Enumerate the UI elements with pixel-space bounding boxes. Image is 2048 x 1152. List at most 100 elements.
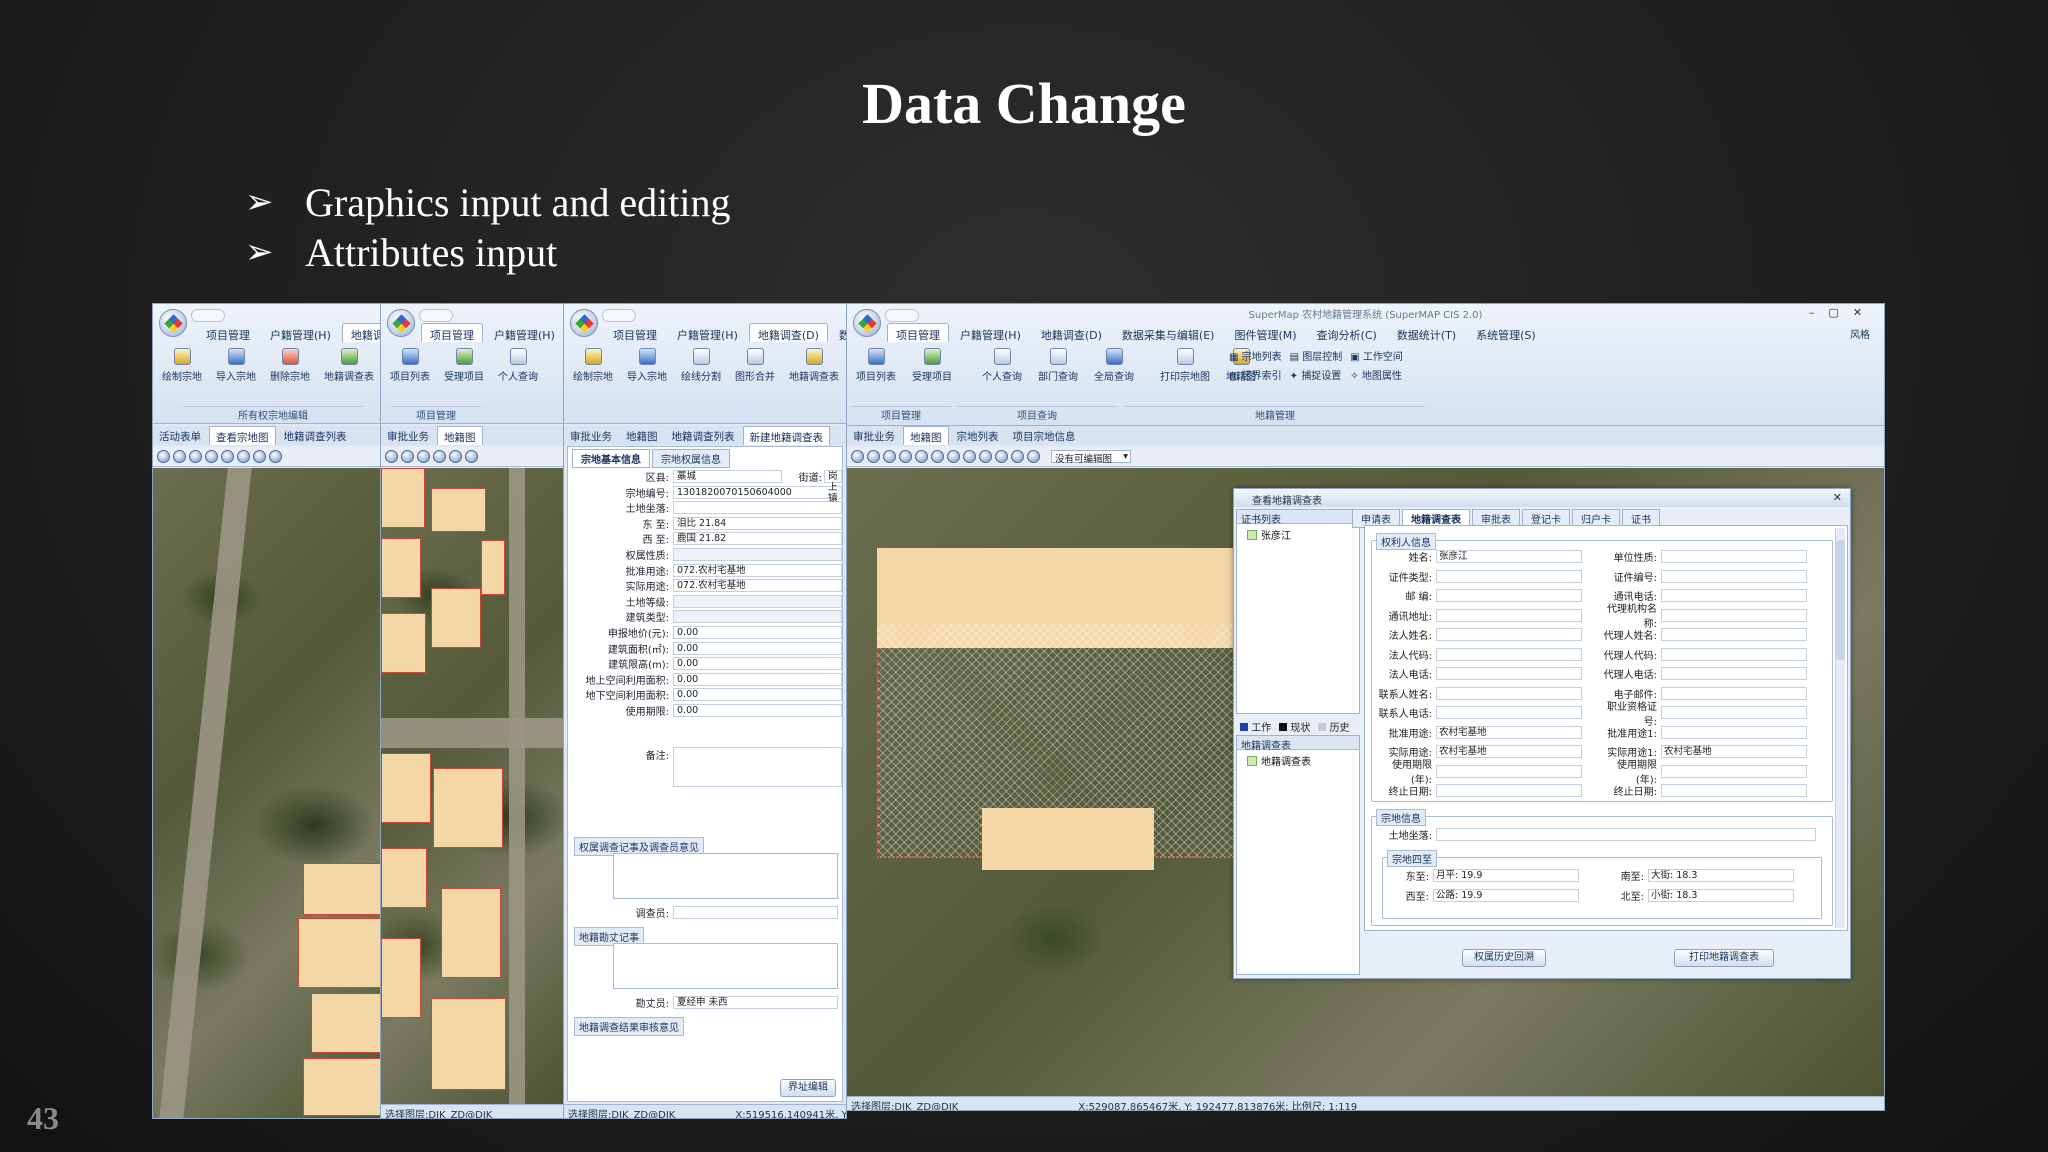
zoom-out-icon[interactable]	[867, 450, 880, 463]
tab-parcel-basic[interactable]: 宗地基本信息	[572, 449, 650, 468]
ownership-notes-input[interactable]	[613, 853, 838, 899]
layer-icon[interactable]	[1027, 450, 1040, 463]
snap-settings-button[interactable]: ✦ 捕捉设置	[1290, 367, 1343, 382]
parcel[interactable]	[433, 768, 503, 848]
layer-control-button[interactable]: ▤ 图层控制	[1290, 348, 1343, 363]
field-input[interactable]: 0.00	[673, 704, 842, 717]
parcel[interactable]	[982, 808, 1154, 870]
select-icon[interactable]	[449, 450, 462, 463]
field-input[interactable]	[1436, 706, 1582, 719]
field-input[interactable]	[1436, 784, 1582, 797]
field-input[interactable]	[1661, 589, 1807, 602]
field-input[interactable]	[1661, 647, 1807, 661]
tab-cadastral[interactable]: 地籍调查(D)	[748, 323, 828, 342]
delete-parcel-button[interactable]: 删除宗地	[267, 348, 313, 383]
close-icon[interactable]: ✕	[1833, 491, 1842, 504]
parcel[interactable]	[381, 538, 421, 598]
field-input[interactable]	[1661, 725, 1807, 739]
print-parcel-map-button[interactable]: 打印宗地图	[1157, 348, 1213, 383]
parcel[interactable]	[481, 540, 505, 595]
parcel[interactable]	[431, 998, 506, 1090]
field-input[interactable]	[1436, 686, 1582, 700]
field-input[interactable]	[1661, 608, 1807, 622]
full-extent-icon[interactable]	[433, 450, 446, 463]
parcel[interactable]	[303, 863, 383, 915]
field-input[interactable]: 072.农村宅基地	[673, 579, 842, 593]
select-icon[interactable]	[915, 450, 928, 463]
workspace-button[interactable]: ▣ 工作空间	[1350, 348, 1403, 363]
full-extent-icon[interactable]	[205, 450, 218, 463]
parcel[interactable]	[311, 993, 383, 1053]
field-input[interactable]	[1661, 667, 1807, 680]
select-icon[interactable]	[221, 450, 234, 463]
parcel[interactable]	[431, 488, 486, 532]
field-input[interactable]: 0.00	[673, 672, 842, 686]
tab-household[interactable]: 户籍管理(H)	[668, 323, 747, 342]
field-input[interactable]	[1661, 569, 1807, 583]
personal-query-button[interactable]: 个人查询	[979, 348, 1025, 383]
ruler-icon[interactable]	[1011, 450, 1024, 463]
full-extent-icon[interactable]	[899, 450, 912, 463]
investigator-input[interactable]	[673, 906, 838, 919]
pan-icon[interactable]	[189, 450, 202, 463]
forward-icon[interactable]	[963, 450, 976, 463]
tree-item-owner[interactable]: 张彦江	[1247, 527, 1349, 542]
tab-approval[interactable]: 审批业务	[381, 426, 435, 445]
tab-system[interactable]: 系统管理(S)	[1467, 323, 1545, 342]
field-input[interactable]	[1436, 764, 1582, 778]
global-query-button[interactable]: 全局查询	[1091, 348, 1137, 383]
field-input[interactable]	[673, 594, 842, 608]
measure-icon[interactable]	[979, 450, 992, 463]
split-line-button[interactable]: 绘线分割	[678, 348, 724, 383]
tab-project[interactable]: 项目管理	[604, 323, 666, 342]
style-menu[interactable]: 风格	[1850, 326, 1870, 341]
tab-project[interactable]: 项目管理	[197, 323, 259, 342]
field-input[interactable]: 泪比 21.84	[673, 516, 842, 530]
zoom-out-icon[interactable]	[401, 450, 414, 463]
tab-cadastral-map[interactable]: 地籍图	[903, 426, 949, 445]
surveyor-input[interactable]: 夏经申 未西	[673, 996, 838, 1009]
tab-survey-list[interactable]: 地籍调查列表	[666, 426, 741, 445]
field-input[interactable]: 农村宅基地	[1436, 745, 1582, 758]
field-input[interactable]: 大街: 18.3	[1648, 869, 1794, 882]
zone-index-button[interactable]: ▥ 区界索引	[1229, 367, 1282, 382]
dept-query-button[interactable]: 部门查询	[1035, 348, 1081, 383]
project-list-button[interactable]: 项目列表	[387, 348, 433, 383]
layer-select[interactable]: 没有可编辑图 ▾	[1051, 450, 1132, 465]
map-view[interactable]	[153, 468, 383, 1118]
tab-query[interactable]: 查询分析(C)	[1308, 323, 1386, 342]
scrollbar[interactable]	[1835, 528, 1845, 928]
map-properties-button[interactable]: ✧ 地图属性	[1350, 367, 1403, 382]
app-menu-button[interactable]	[570, 309, 598, 337]
draw-parcel-button[interactable]: 绘制宗地	[570, 348, 616, 383]
parcel[interactable]	[431, 588, 481, 648]
field-input[interactable]	[1661, 706, 1807, 719]
accept-project-button[interactable]: 受理项目	[909, 348, 955, 383]
field-input[interactable]	[673, 501, 842, 515]
field-input[interactable]	[1661, 764, 1807, 778]
tab-stats[interactable]: 数据统计(T)	[1388, 323, 1465, 342]
survey-table-button[interactable]: 地籍调查表	[321, 348, 377, 383]
tab-maps[interactable]: 图件管理(M)	[1225, 323, 1305, 342]
tab-project-parcel[interactable]: 项目宗地信息	[1007, 426, 1082, 445]
quick-access-toolbar[interactable]	[602, 309, 636, 322]
tab-parcel-list[interactable]: 宗地列表	[951, 426, 1005, 445]
back-icon[interactable]	[947, 450, 960, 463]
tab-project[interactable]: 项目管理	[421, 323, 483, 342]
pan-icon[interactable]	[417, 450, 430, 463]
pan-icon[interactable]	[883, 450, 896, 463]
zoom-out-icon[interactable]	[173, 450, 186, 463]
remarks-input[interactable]	[673, 747, 842, 787]
tree-item-survey[interactable]: 地籍调查表	[1247, 753, 1349, 768]
forward-icon[interactable]	[269, 450, 282, 463]
street-input[interactable]: 岗上镇	[824, 470, 842, 504]
parcel[interactable]	[441, 888, 501, 978]
quick-access-toolbar[interactable]	[191, 309, 225, 322]
app-menu-button[interactable]	[159, 309, 187, 337]
tab-approval[interactable]: 审批业务	[564, 426, 618, 445]
tab-cadastral-map[interactable]: 地籍图	[620, 426, 664, 445]
tab-data-edit[interactable]: 数据采集与编辑(E)	[1113, 323, 1224, 342]
map-view[interactable]	[381, 468, 563, 1104]
area-icon[interactable]	[995, 450, 1008, 463]
field-input[interactable]	[1436, 667, 1582, 680]
